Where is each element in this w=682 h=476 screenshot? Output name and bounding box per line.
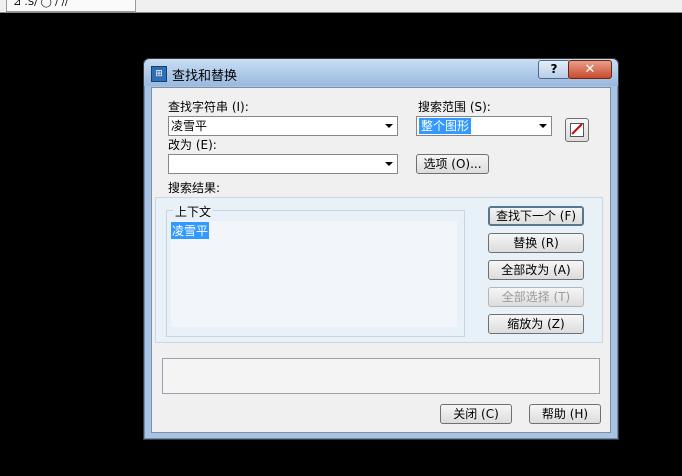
toolbar-tools-icons[interactable]: ⊿ .S/ ◯ ∕ /∕ [13,0,68,9]
find-next-button[interactable]: 查找下一个 (F) [488,206,584,226]
dialog-client: 查找字符串 (I): 凌雪平 搜索范围 (S): 整个图形 改为 (E): 选项… [151,87,611,433]
dialog-title: 查找和替换 [172,69,238,84]
replace-label: 改为 (E): [168,138,217,152]
close-button[interactable]: 关闭 (C) [440,404,512,424]
dialog-titlebar[interactable]: ⊞ 查找和替换 ? ✕ [144,59,618,86]
context-group-title: 上下文 [173,203,214,220]
chevron-down-icon[interactable] [539,124,547,128]
find-combo[interactable]: 凌雪平 [168,116,398,136]
app-icon: ⊞ [151,66,167,82]
help-title-button[interactable]: ? [538,60,570,79]
chevron-down-icon[interactable] [385,124,393,128]
help-button[interactable]: 帮助 (H) [529,404,601,424]
chevron-down-icon[interactable] [385,162,393,166]
scope-label: 搜索范围 (S): [418,100,491,114]
results-label: 搜索结果: [168,181,221,195]
list-item[interactable]: 凌雪平 [171,222,210,239]
options-button[interactable]: 选项 (O)... [416,154,489,174]
find-replace-dialog: ⊞ 查找和替换 ? ✕ 查找字符串 (I): 凌雪平 搜索范围 (S): 整个图… [143,58,619,440]
select-objects-icon [570,123,584,137]
results-list[interactable]: 凌雪平 [171,221,457,327]
replace-button[interactable]: 替换 (R) [488,233,584,253]
select-objects-button[interactable] [565,118,589,142]
zoom-to-button[interactable]: 缩放为 (Z) [488,314,584,334]
close-title-button[interactable]: ✕ [568,60,612,79]
results-panel: 上下文 凌雪平 查找下一个 (F) 替换 (R) 全部改为 (A) 全部选择 (… [155,197,603,343]
host-toolbar: ⊿ .S/ ◯ ∕ /∕ [0,0,682,13]
scope-combo[interactable]: 整个图形 [416,116,552,136]
toolbar-group[interactable]: ⊿ .S/ ◯ ∕ /∕ [6,0,136,12]
find-value: 凌雪平 [171,119,208,133]
status-area [162,358,600,394]
find-label: 查找字符串 (I): [168,100,249,114]
select-all-button: 全部选择 (T) [488,287,584,307]
context-group: 上下文 凌雪平 [166,203,465,337]
replace-combo[interactable] [168,154,398,174]
scope-value: 整个图形 [419,118,472,134]
replace-all-button[interactable]: 全部改为 (A) [488,260,584,280]
